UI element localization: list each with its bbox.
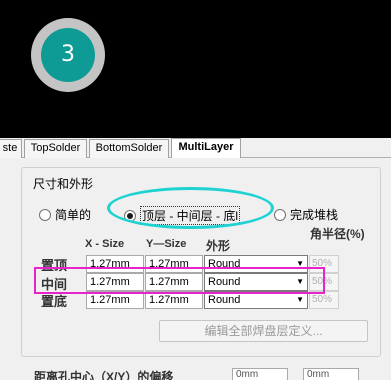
- middle-corner-radius-input[interactable]: 50%: [309, 273, 339, 291]
- radio-top-middle-bottom-label: 顶层 - 中间层 - 底l: [140, 206, 240, 225]
- tab-topsolder[interactable]: TopSolder: [24, 139, 87, 158]
- radio-top-middle-bottom[interactable]: 顶层 - 中间层 - 底l: [124, 206, 240, 225]
- radio-full-stack-label: 完成堆栈: [290, 208, 339, 222]
- top-shape-select[interactable]: Round ▼: [204, 255, 308, 273]
- radio-simple-label: 简单的: [55, 208, 92, 222]
- layer-tab-bar: ste TopSolder BottomSolder MultiLayer: [0, 138, 391, 158]
- radio-simple[interactable]: 简单的: [39, 206, 91, 223]
- top-x-size-input[interactable]: 1.27mm: [86, 255, 144, 273]
- offset-y-input[interactable]: 0mm: [303, 368, 359, 380]
- row-label-top: 置顶: [41, 258, 68, 273]
- offset-label: 距离孔中心（X/Y）的偏移: [34, 370, 174, 380]
- header-y-size: Y—Size: [146, 238, 187, 250]
- tab-paste[interactable]: ste: [0, 139, 22, 158]
- row-label-bottom: 置底: [41, 294, 68, 309]
- header-shape: 外形: [206, 239, 231, 253]
- chevron-down-icon: ▼: [296, 259, 304, 268]
- header-x-size: X - Size: [85, 238, 125, 250]
- bottom-x-size-input[interactable]: 1.27mm: [86, 291, 144, 309]
- middle-shape-value: Round: [208, 276, 241, 288]
- top-corner-radius-input[interactable]: 50%: [309, 255, 339, 273]
- top-y-size-input[interactable]: 1.27mm: [145, 255, 203, 273]
- tab-multilayer[interactable]: MultiLayer: [171, 138, 241, 158]
- bottom-shape-select[interactable]: Round ▼: [204, 291, 308, 309]
- edit-all-pad-layers-button[interactable]: 编辑全部焊盘层定义...: [159, 320, 368, 342]
- radio-simple-indicator: [39, 208, 51, 221]
- size-shape-title: 尺寸和外形: [31, 175, 96, 192]
- offset-x-input[interactable]: 0mm: [232, 368, 288, 380]
- chevron-down-icon: ▼: [296, 277, 304, 286]
- radio-full-stack-indicator: [274, 208, 286, 221]
- pad-designator: 3: [41, 28, 95, 82]
- bottom-y-size-input[interactable]: 1.27mm: [145, 291, 203, 309]
- middle-y-size-input[interactable]: 1.27mm: [145, 273, 203, 291]
- top-shape-value: Round: [208, 258, 241, 270]
- radio-full-stack[interactable]: 完成堆栈: [274, 206, 338, 223]
- middle-x-size-input[interactable]: 1.27mm: [86, 273, 144, 291]
- bottom-shape-value: Round: [208, 294, 241, 306]
- middle-shape-select[interactable]: Round ▼: [204, 273, 308, 291]
- header-corner-radius: 角半径(%): [310, 227, 365, 241]
- chevron-down-icon: ▼: [296, 295, 304, 304]
- bottom-corner-radius-input[interactable]: 50%: [309, 291, 339, 309]
- tab-bottomsolder[interactable]: BottomSolder: [89, 139, 169, 158]
- radio-top-middle-bottom-indicator: [124, 209, 136, 222]
